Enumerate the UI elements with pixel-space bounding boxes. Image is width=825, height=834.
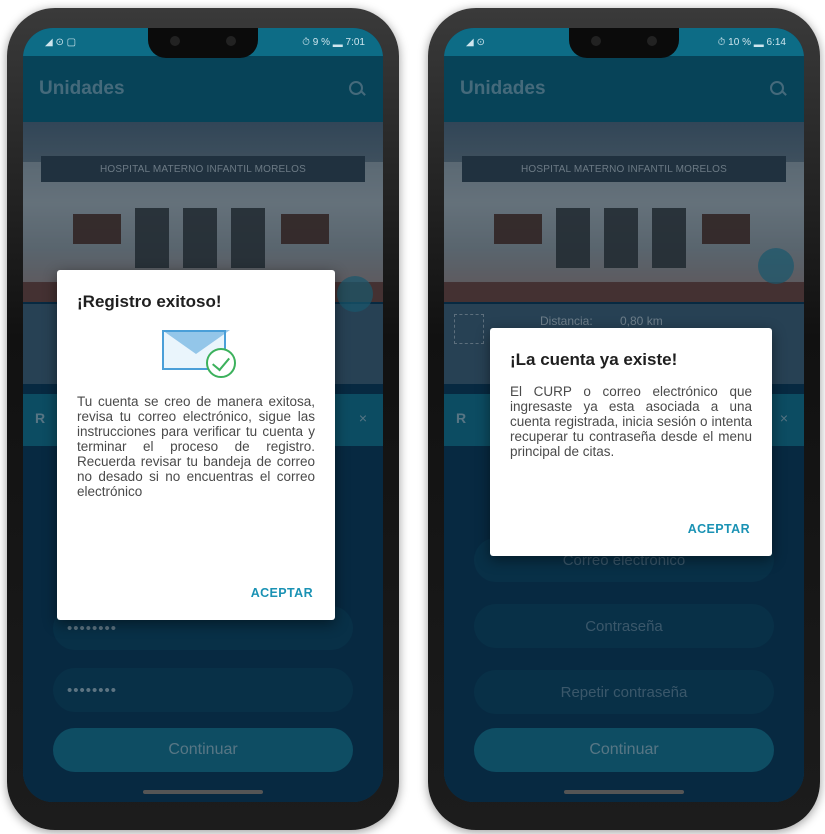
mail-success-icon <box>152 326 240 380</box>
accept-button[interactable]: ACEPTAR <box>688 522 750 536</box>
camera-notch <box>569 28 679 58</box>
home-indicator <box>143 790 263 794</box>
phone-right-screen: ◢ ⊙ ⏱ 10 % ▂ 6:14 Unidades HOSPITAL MATE… <box>444 28 804 802</box>
dialog-title: ¡La cuenta ya existe! <box>510 350 678 369</box>
home-indicator <box>564 790 684 794</box>
dialog-message: El CURP o correo electrónico que ingresa… <box>510 384 752 459</box>
check-icon <box>206 348 236 378</box>
camera-notch <box>148 28 258 58</box>
status-icons: ◢ ⊙ <box>466 36 485 48</box>
phone-left-screen: ◢ ⊙ ▢ ⏱ 9 % ▂ 7:01 Unidades HOSPITAL MAT… <box>23 28 383 802</box>
status-battery-time: ⏱ 10 % ▂ 6:14 <box>717 36 786 48</box>
account-exists-dialog: ¡La cuenta ya existe! El CURP o correo e… <box>490 328 772 556</box>
success-dialog: ¡Registro exitoso! Tu cuenta se creo de … <box>57 270 335 620</box>
dialog-message: Tu cuenta se creo de manera exitosa, rev… <box>77 394 315 499</box>
status-battery-time: ⏱ 9 % ▂ 7:01 <box>302 36 365 48</box>
phone-left: ◢ ⊙ ▢ ⏱ 9 % ▂ 7:01 Unidades HOSPITAL MAT… <box>7 8 399 830</box>
status-icons: ◢ ⊙ ▢ <box>45 36 77 48</box>
phone-right: ◢ ⊙ ⏱ 10 % ▂ 6:14 Unidades HOSPITAL MATE… <box>428 8 820 830</box>
accept-button[interactable]: ACEPTAR <box>251 586 313 600</box>
dialog-title: ¡Registro exitoso! <box>77 292 222 311</box>
